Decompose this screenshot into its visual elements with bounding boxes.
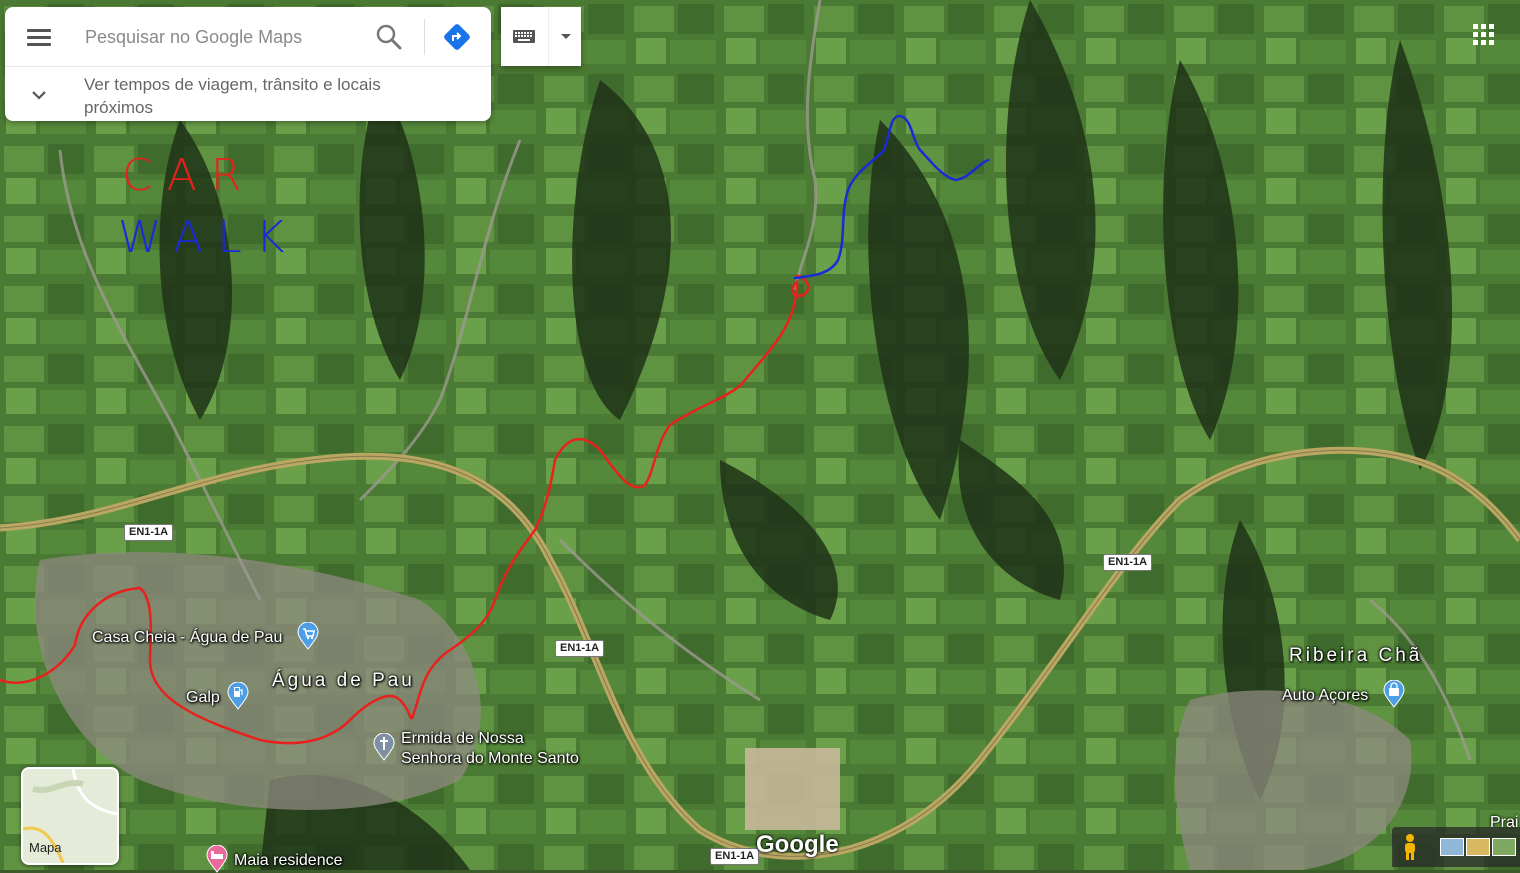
legend-walk: WALK (118, 212, 299, 263)
directions-icon[interactable] (442, 22, 472, 52)
place-label-ermida-2[interactable]: Senhora do Monte Santo (401, 750, 579, 768)
map-layer-toggle[interactable]: Mapa (21, 767, 119, 865)
town-label-agua-de-pau[interactable]: Água de Pau (272, 670, 415, 692)
hotel-pin-icon[interactable] (206, 845, 228, 873)
menu-icon[interactable] (23, 23, 55, 51)
apps-grid-icon[interactable] (1471, 22, 1497, 48)
street-view-controls (1392, 827, 1520, 867)
travel-times-text: Ver tempos de viagem, trânsito e locais … (84, 75, 381, 117)
input-tools (501, 7, 581, 66)
place-label-ermida-1[interactable]: Ermida de Nossa (401, 730, 524, 748)
place-label-casa-cheia[interactable]: Casa Cheia - Água de Pau (92, 629, 282, 647)
place-label-maia-residence[interactable]: Maia residence (234, 852, 343, 870)
chevron-down-icon (32, 91, 46, 100)
road-shield: EN1-1A (124, 524, 174, 541)
imagery-thumb-3[interactable] (1492, 838, 1516, 856)
road-shield: EN1-1A (555, 640, 605, 657)
google-logo: Google (756, 831, 839, 858)
road-shield: EN1-1A (710, 848, 760, 865)
imagery-thumb-2[interactable] (1466, 838, 1490, 856)
imagery-thumb-1[interactable] (1440, 838, 1464, 856)
search-panel: Ver tempos de viagem, trânsito e locais … (5, 7, 491, 121)
place-label-galp[interactable]: Galp (186, 689, 220, 707)
town-label-ribeira-cha[interactable]: Ribeira Chã (1289, 645, 1422, 667)
keyboard-icon[interactable] (511, 25, 537, 47)
legend-car: CAR (122, 150, 256, 201)
minimap-label: Mapa (29, 840, 62, 855)
search-icon[interactable] (373, 21, 405, 53)
travel-times-row[interactable]: Ver tempos de viagem, trânsito e locais … (5, 66, 491, 122)
input-tools-divider (548, 7, 549, 66)
place-label-auto-acores[interactable]: Auto Açores (1282, 687, 1368, 705)
search-divider (424, 19, 425, 55)
gas-station-pin-icon[interactable] (227, 682, 249, 710)
shopping-bag-pin-icon[interactable] (1383, 680, 1405, 708)
road-shield: EN1-1A (1103, 554, 1153, 571)
satellite-map[interactable] (0, 0, 1520, 870)
search-input[interactable] (83, 21, 357, 53)
dropdown-arrow-icon[interactable] (555, 25, 577, 47)
church-pin-icon[interactable] (373, 733, 395, 761)
pegman-icon[interactable] (1400, 833, 1420, 861)
shopping-cart-pin-icon[interactable] (297, 622, 319, 650)
